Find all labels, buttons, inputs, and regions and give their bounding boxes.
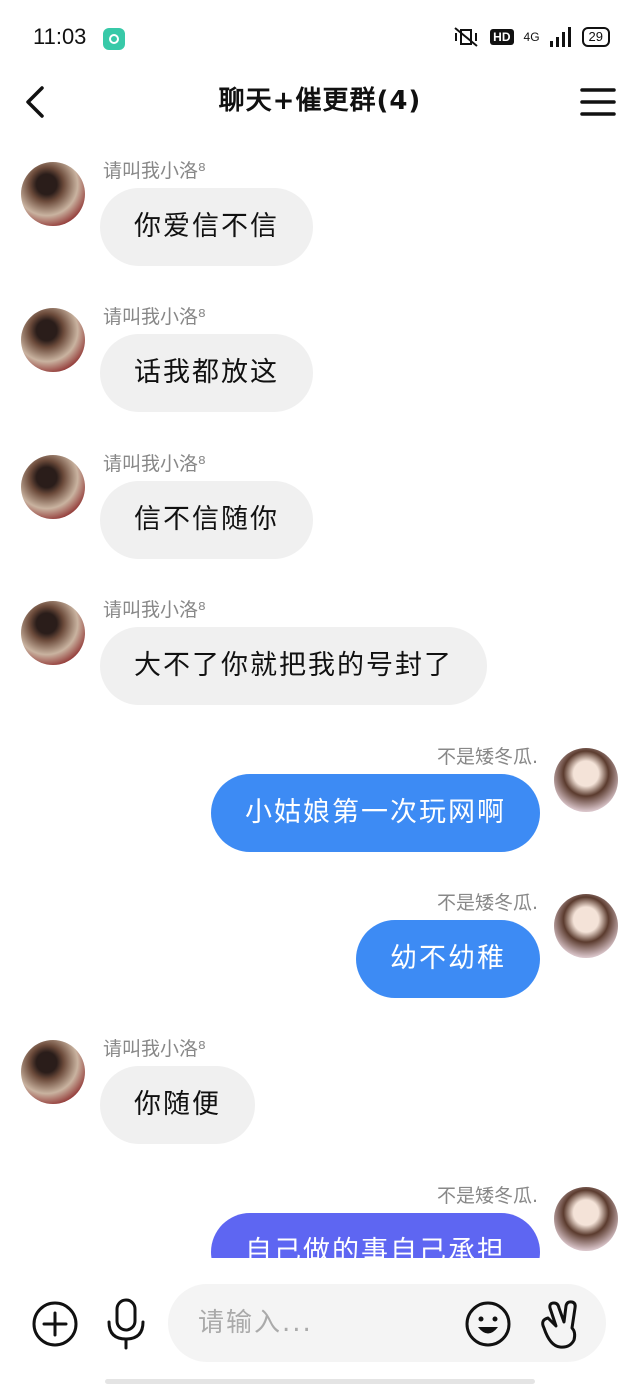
sender-name: 请叫我小洛⁸ <box>103 306 206 328</box>
message-bubble[interactable]: 幼不幼稚 <box>356 920 540 998</box>
avatar[interactable] <box>21 455 85 519</box>
network-type: 4G <box>523 30 540 44</box>
battery-icon: 29 <box>581 27 610 47</box>
message-bubble[interactable]: 小姑娘第一次玩网啊 <box>211 774 540 852</box>
chat-header: 聊天+催更群(4) <box>0 78 640 138</box>
input-placeholder: 请输入... <box>198 1308 313 1338</box>
status-bar: 11:03 HD 4G 29 <box>0 0 640 78</box>
menu-button[interactable] <box>578 82 618 122</box>
message-bubble[interactable]: 你随便 <box>100 1066 255 1144</box>
avatar[interactable] <box>554 894 618 958</box>
status-time: 11:03 <box>33 24 87 49</box>
sender-name: 不是矮冬瓜. <box>436 892 538 914</box>
sender-name: 请叫我小洛⁸ <box>103 453 206 475</box>
avatar[interactable] <box>21 308 85 372</box>
home-indicator[interactable] <box>105 1379 535 1384</box>
sender-name: 不是矮冬瓜. <box>436 746 538 768</box>
sender-name: 请叫我小洛⁸ <box>103 599 206 621</box>
gesture-hand-button[interactable] <box>536 1298 584 1350</box>
voice-input-button[interactable] <box>104 1298 148 1350</box>
chat-title: 聊天+催更群(4) <box>218 86 422 116</box>
sender-name: 请叫我小洛⁸ <box>103 1038 206 1060</box>
mute-vibrate-icon <box>454 27 478 47</box>
message-bubble[interactable]: 大不了你就把我的号封了 <box>100 627 487 705</box>
avatar[interactable] <box>21 1040 85 1104</box>
status-icons: HD 4G 29 <box>452 26 610 48</box>
avatar[interactable] <box>554 1187 618 1251</box>
avatar[interactable] <box>21 601 85 665</box>
signal-icon <box>549 27 571 47</box>
message-bubble[interactable]: 你爱信不信 <box>100 188 313 266</box>
sender-name: 不是矮冬瓜. <box>436 1185 538 1207</box>
avatar[interactable] <box>21 162 85 226</box>
message-bubble[interactable]: 话我都放这 <box>100 334 313 412</box>
emoji-button[interactable] <box>464 1300 512 1348</box>
add-attachment-button[interactable] <box>31 1300 79 1348</box>
message-bubble[interactable]: 自己做的事自己承担 <box>211 1213 540 1258</box>
hd-badge: HD <box>490 29 514 45</box>
avatar[interactable] <box>554 748 618 812</box>
message-list[interactable]: 请叫我小洛⁸ 你爱信不信 请叫我小洛⁸ 话我都放这 请叫我小洛⁸ 信不信随你 请… <box>0 138 640 1258</box>
sender-name: 请叫我小洛⁸ <box>103 160 206 182</box>
input-bar: 请输入... <box>0 1258 640 1387</box>
app-notification-icon <box>103 28 125 50</box>
message-bubble[interactable]: 信不信随你 <box>100 481 313 559</box>
